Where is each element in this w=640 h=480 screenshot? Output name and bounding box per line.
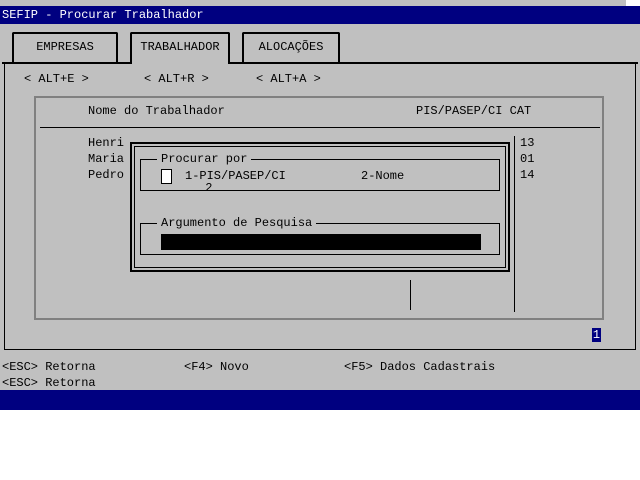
shortcut-alt-r[interactable]: < ALT+R > xyxy=(144,72,209,86)
option-pis[interactable]: 1-PIS/PASEP/CI xyxy=(185,169,286,183)
bottom-separator xyxy=(0,408,640,410)
f4-new-hint[interactable]: <F4> Novo xyxy=(184,360,249,374)
tab-trabalhador-label: TRABALHADOR xyxy=(140,40,220,54)
search-by-group: Procurar por 2 1-PIS/PASEP/CI 2-Nome xyxy=(140,152,500,194)
tab-trabalhador[interactable]: TRABALHADOR xyxy=(130,32,230,64)
column-divider xyxy=(514,136,515,312)
shortcut-alt-a[interactable]: < ALT+A > xyxy=(256,72,321,86)
esc-return-hint-2[interactable]: <ESC> Retorna xyxy=(2,376,96,390)
tab-alocacoes-label: ALOCAÇÕES xyxy=(258,40,324,54)
column-divider-short xyxy=(410,280,411,310)
search-argument-label: Argumento de Pesquisa xyxy=(157,216,317,230)
close-icon[interactable] xyxy=(626,0,640,6)
tab-empresas-label: EMPRESAS xyxy=(36,40,94,54)
search-argument-group: Argumento de Pesquisa xyxy=(140,216,500,255)
list-item-name[interactable]: Pedro xyxy=(88,168,124,182)
tab-alocacoes[interactable]: ALOCAÇÕES xyxy=(242,32,340,62)
list-item-cat[interactable]: 14 xyxy=(520,168,534,182)
tab-empresas[interactable]: EMPRESAS xyxy=(12,32,118,62)
search-by-label: Procurar por xyxy=(157,152,252,166)
title-bar-top-strip xyxy=(0,0,640,6)
title-bar: SEFIP - Procurar Trabalhador xyxy=(0,0,640,24)
shortcut-alt-e[interactable]: < ALT+E > xyxy=(24,72,89,86)
search-by-value: 2 xyxy=(205,181,213,195)
list-item-name[interactable]: Maria xyxy=(88,152,124,166)
window-title: SEFIP - Procurar Trabalhador xyxy=(2,8,204,22)
search-dialog: Procurar por 2 1-PIS/PASEP/CI 2-Nome Arg… xyxy=(130,142,510,272)
search-input[interactable] xyxy=(161,234,481,250)
f5-details-hint[interactable]: <F5> Dados Cadastrais xyxy=(344,360,495,374)
option-nome[interactable]: 2-Nome xyxy=(361,169,404,183)
esc-return-hint[interactable]: <ESC> Retorna xyxy=(2,360,96,374)
page-indicator: 1 xyxy=(592,328,601,342)
search-by-selector[interactable]: 2 xyxy=(161,169,212,194)
status-bar: Cadastro de Empresa/Trabalhador/Alocação xyxy=(0,390,640,424)
status-bar-text: Cadastro de Empresa/Trabalhador/Alocação xyxy=(183,410,472,424)
header-divider xyxy=(40,127,600,128)
list-item-cat[interactable]: 13 xyxy=(520,136,534,150)
list-item-cat[interactable]: 01 xyxy=(520,152,534,166)
list-item-name[interactable]: Henri xyxy=(88,136,124,150)
column-header-name: Nome do Trabalhador xyxy=(88,104,225,118)
column-header-pis-cat: PIS/PASEP/CI CAT xyxy=(416,104,532,118)
